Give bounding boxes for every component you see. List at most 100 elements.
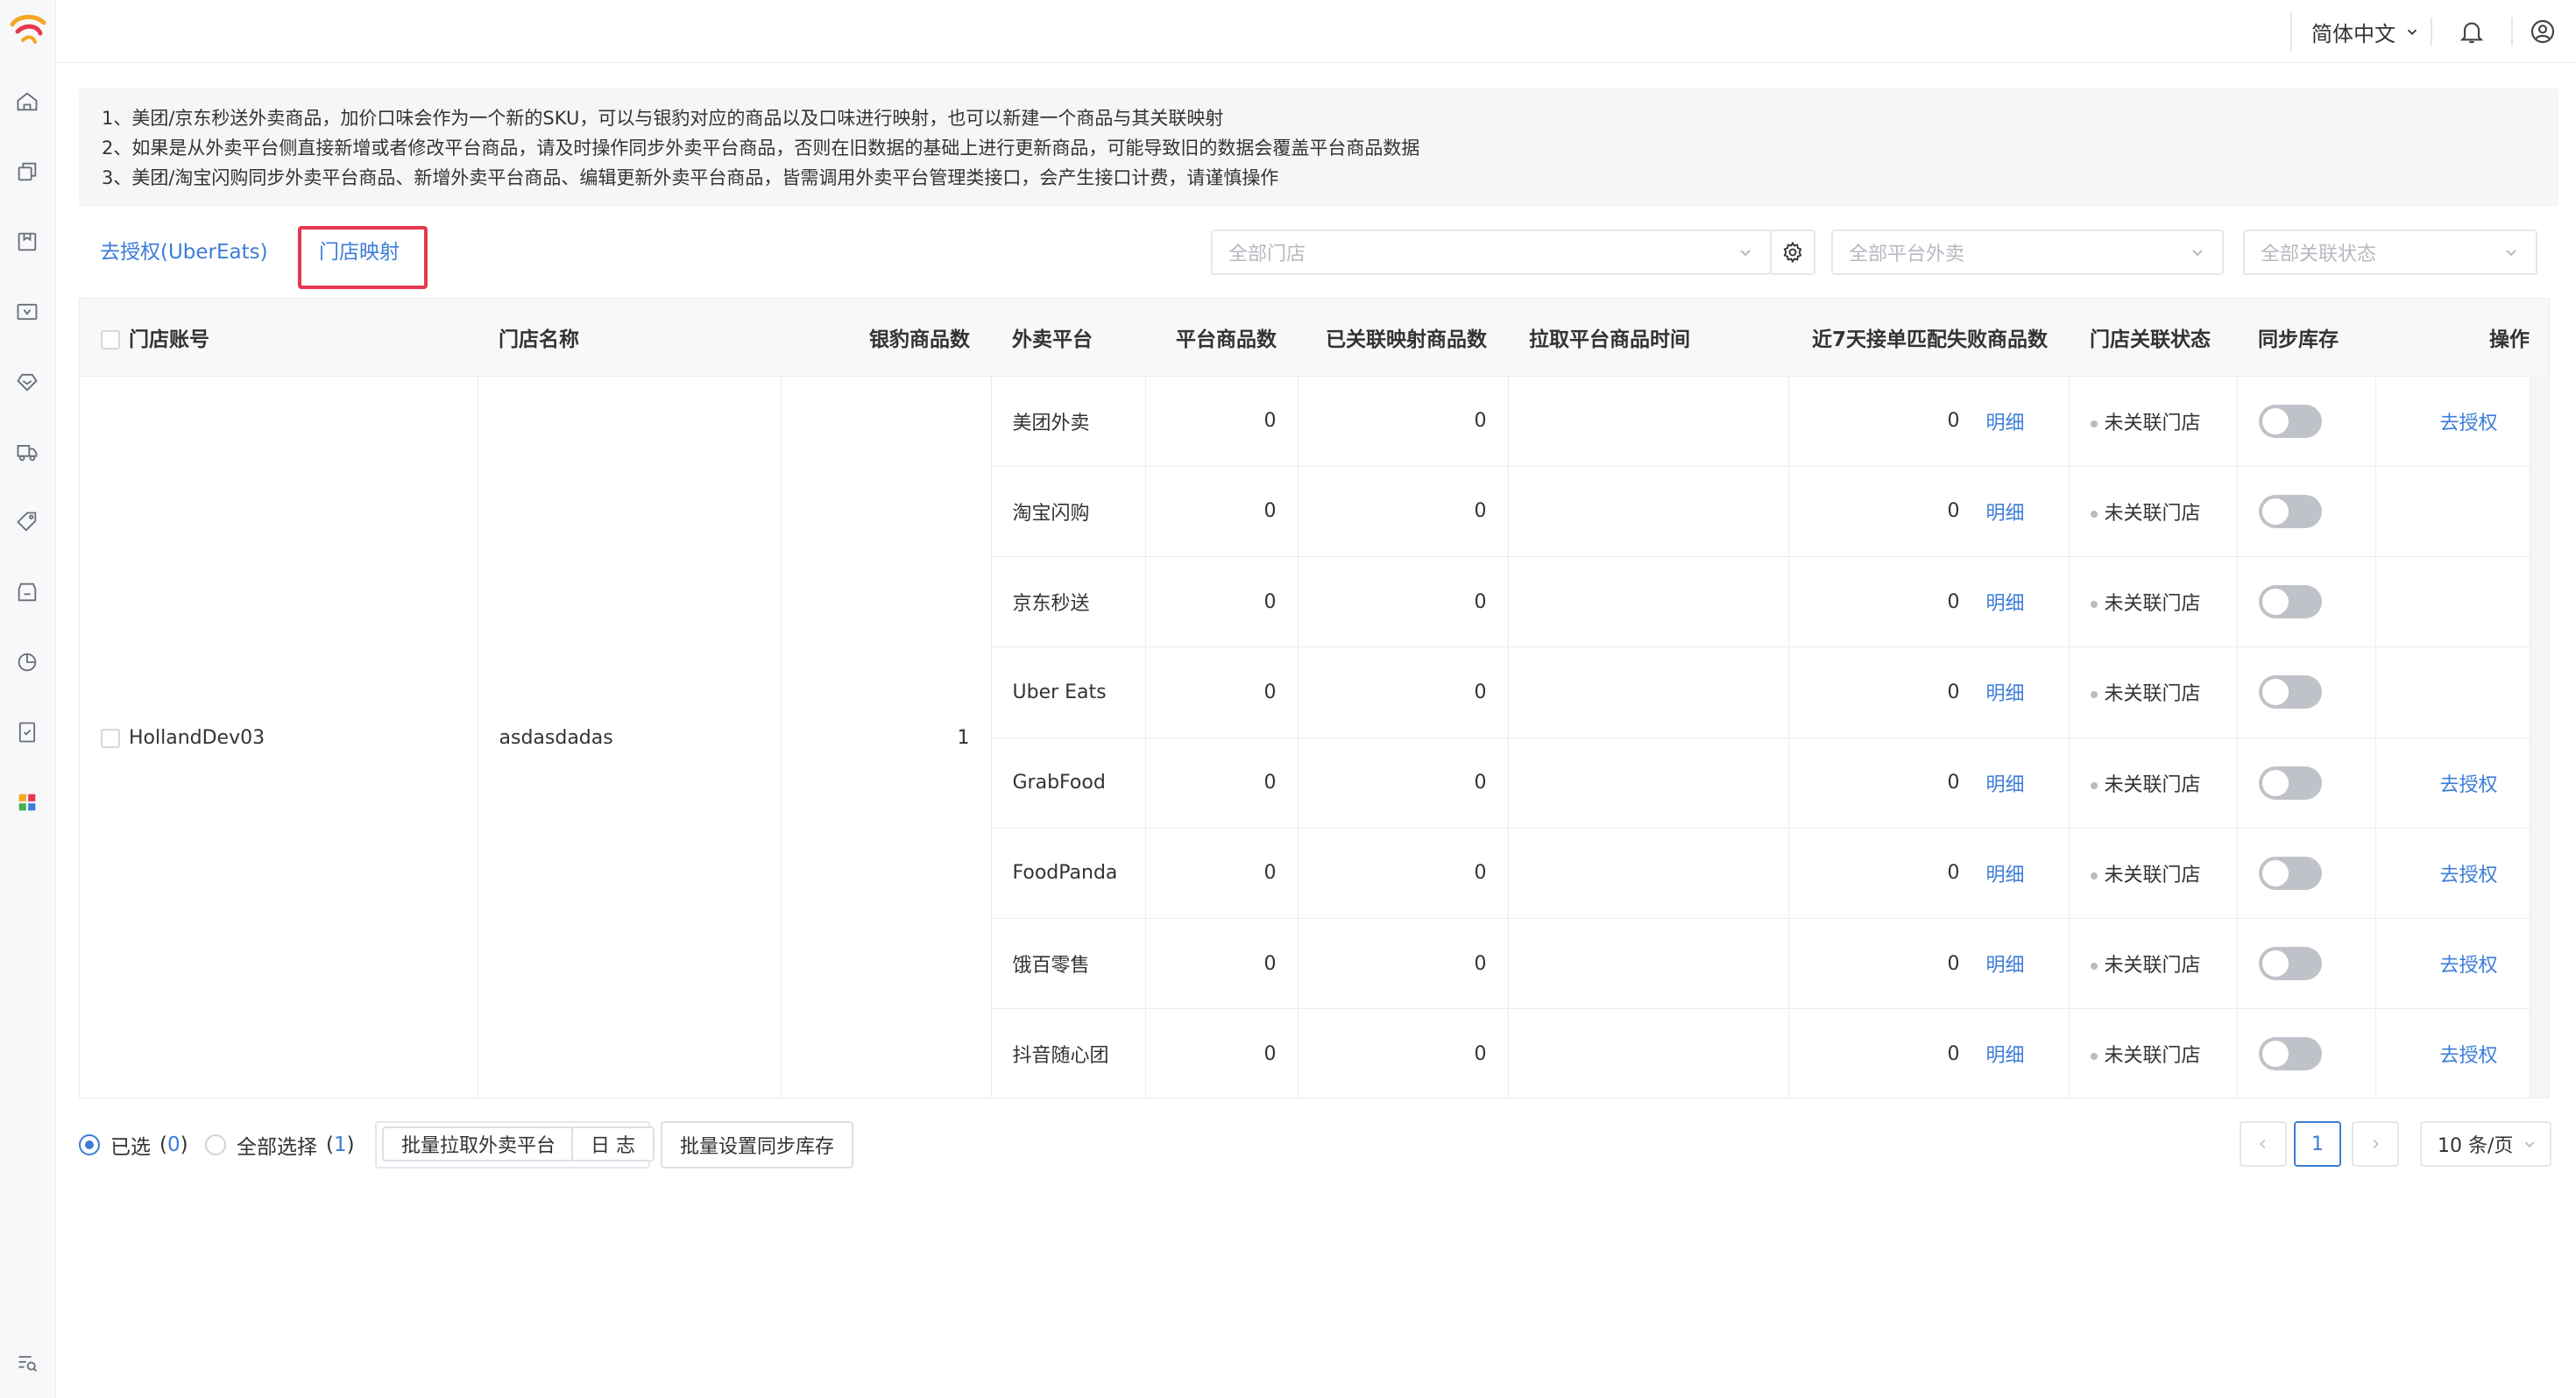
detail-link[interactable]: 明细 [1985, 498, 2024, 526]
sync-stock-toggle[interactable] [2258, 766, 2322, 800]
cashier-icon[interactable] [13, 298, 41, 326]
products-icon[interactable] [13, 158, 41, 186]
detail-link[interactable]: 明细 [1985, 769, 2024, 797]
page-number-button[interactable]: 1 [2294, 1121, 2341, 1167]
store-icon[interactable] [13, 578, 41, 606]
user-avatar-icon[interactable] [2527, 16, 2558, 47]
platform-product-count: 0 [1145, 918, 1299, 1010]
delivery-icon[interactable] [13, 438, 41, 466]
failed-count-cell: 0 明细 [1788, 376, 2070, 467]
platform-select[interactable]: 全部平台外卖 [1831, 229, 2224, 275]
detail-link[interactable]: 明细 [1985, 678, 2024, 706]
platform-name: 饿百零售 [991, 918, 1146, 1010]
platform-product-count: 0 [1145, 646, 1299, 738]
column-header-link-status: 门店关联状态 [2069, 299, 2237, 377]
row-checkbox[interactable] [101, 728, 120, 748]
failed-count: 0 [1947, 681, 1960, 703]
app-logo[interactable] [9, 12, 47, 47]
action-cell [2375, 646, 2549, 738]
table-row: HollandDev03 asdasdadas 1 美团外卖 0 0 0 明细 未关联门店 去授权 [80, 376, 2549, 1098]
select-all-radio[interactable]: 全部选择 (1) [205, 1130, 355, 1160]
status-select[interactable]: 全部关联状态 [2243, 229, 2537, 275]
sync-stock-toggle[interactable] [2258, 856, 2322, 890]
store-select[interactable]: 全部门店 [1211, 229, 1772, 275]
log-button[interactable]: 日 志 [571, 1126, 655, 1161]
report-chart-icon[interactable] [13, 648, 41, 676]
failed-count-cell: 0 明细 [1788, 556, 2070, 648]
detail-link[interactable]: 明细 [1985, 1040, 2024, 1068]
chevron-right-icon [2373, 1139, 2379, 1149]
detail-link[interactable]: 明细 [1985, 407, 2024, 435]
sync-stock-toggle[interactable] [2258, 494, 2322, 528]
status-dot-icon [2090, 691, 2098, 699]
sync-stock-toggle[interactable] [2258, 585, 2322, 619]
platform-name: 美团外卖 [991, 376, 1146, 467]
batch-sync-stock-button[interactable]: 批量设置同步库存 [661, 1121, 854, 1169]
link-status: 未关联门店 [2104, 683, 2201, 706]
inventory-icon[interactable] [13, 228, 41, 256]
sync-stock-cell [2237, 738, 2376, 829]
menu-search-icon[interactable] [13, 1349, 41, 1377]
column-header-actions: 操作 [2375, 299, 2549, 377]
select-all-checkbox[interactable] [101, 330, 120, 350]
sync-stock-toggle[interactable] [2258, 675, 2322, 710]
fetch-time [1508, 918, 1789, 1010]
document-check-icon[interactable] [13, 718, 41, 746]
batch-fetch-platform-button[interactable]: 批量拉取外卖平台 [382, 1126, 576, 1161]
status-dot-icon [2090, 963, 2098, 971]
promotion-tag-icon[interactable] [13, 508, 41, 536]
notice-box: 1、美团/京东秒送外卖商品，加价口味会作为一个新的SKU，可以与银豹对应的商品以… [79, 88, 2558, 207]
selected-radio[interactable]: 已选 (0) [79, 1130, 188, 1160]
platform-product-count: 0 [1145, 556, 1299, 648]
detail-link[interactable]: 明细 [1985, 588, 2024, 616]
home-icon[interactable] [13, 88, 41, 116]
deauth-ubereats-link[interactable]: 去授权(UberEats) [100, 235, 268, 265]
store-select-placeholder: 全部门店 [1228, 244, 1306, 265]
chevron-down-icon [2407, 29, 2417, 35]
link-status-cell: 未关联门店 [2069, 556, 2238, 648]
prev-page-button[interactable] [2240, 1121, 2287, 1167]
store-mapping-table: 门店账号 门店名称 银豹商品数 外卖平台 平台商品数 已关联映射商品数 拉取平台… [79, 298, 2550, 1098]
sync-stock-toggle[interactable] [2258, 404, 2322, 438]
authorize-link[interactable]: 去授权 [2439, 955, 2497, 977]
vertical-scrollbar[interactable] [2530, 376, 2549, 1098]
next-page-button[interactable] [2352, 1121, 2399, 1167]
platform-name: FoodPanda [991, 828, 1146, 920]
sync-stock-cell [2237, 376, 2376, 467]
fetch-time [1508, 466, 1789, 558]
failed-count-cell: 0 明细 [1788, 1008, 2070, 1098]
failed-count: 0 [1947, 410, 1960, 433]
failed-count-cell: 0 明细 [1788, 828, 2070, 920]
action-cell: 去授权 [2375, 738, 2549, 829]
action-cell: 去授权 [2375, 1008, 2549, 1098]
failed-count: 0 [1947, 862, 1960, 885]
sync-stock-cell [2237, 556, 2376, 648]
authorize-link[interactable]: 去授权 [2439, 774, 2497, 796]
select-all-label: 全部选择 [237, 1136, 317, 1159]
page-size-select[interactable]: 10 条/页 [2420, 1121, 2551, 1167]
authorize-link[interactable]: 去授权 [2439, 413, 2497, 434]
failed-count-cell: 0 明细 [1788, 646, 2070, 738]
action-cell: 去授权 [2375, 376, 2549, 467]
link-status-cell: 未关联门店 [2069, 738, 2238, 829]
settings-gear-button[interactable] [1770, 229, 1815, 275]
authorize-link[interactable]: 去授权 [2439, 865, 2497, 886]
language-selector[interactable]: 简体中文 [2290, 12, 2420, 51]
linked-product-count: 0 [1298, 828, 1509, 920]
chevron-left-icon [2260, 1139, 2266, 1149]
apps-grid-icon[interactable] [13, 788, 41, 816]
member-icon[interactable] [13, 368, 41, 396]
linked-product-count: 0 [1298, 376, 1509, 467]
store-account: HollandDev03 [129, 726, 265, 749]
bell-icon[interactable] [2456, 16, 2488, 47]
platform-name: Uber Eats [991, 646, 1146, 738]
fetch-time [1508, 556, 1789, 648]
detail-link[interactable]: 明细 [1985, 950, 2024, 978]
sync-stock-toggle[interactable] [2258, 947, 2322, 981]
link-status-cell: 未关联门店 [2069, 646, 2238, 738]
top-header [57, 0, 2576, 63]
chevron-down-icon [2506, 250, 2516, 257]
detail-link[interactable]: 明细 [1985, 859, 2024, 887]
authorize-link[interactable]: 去授权 [2439, 1045, 2497, 1067]
sync-stock-toggle[interactable] [2258, 1037, 2322, 1071]
